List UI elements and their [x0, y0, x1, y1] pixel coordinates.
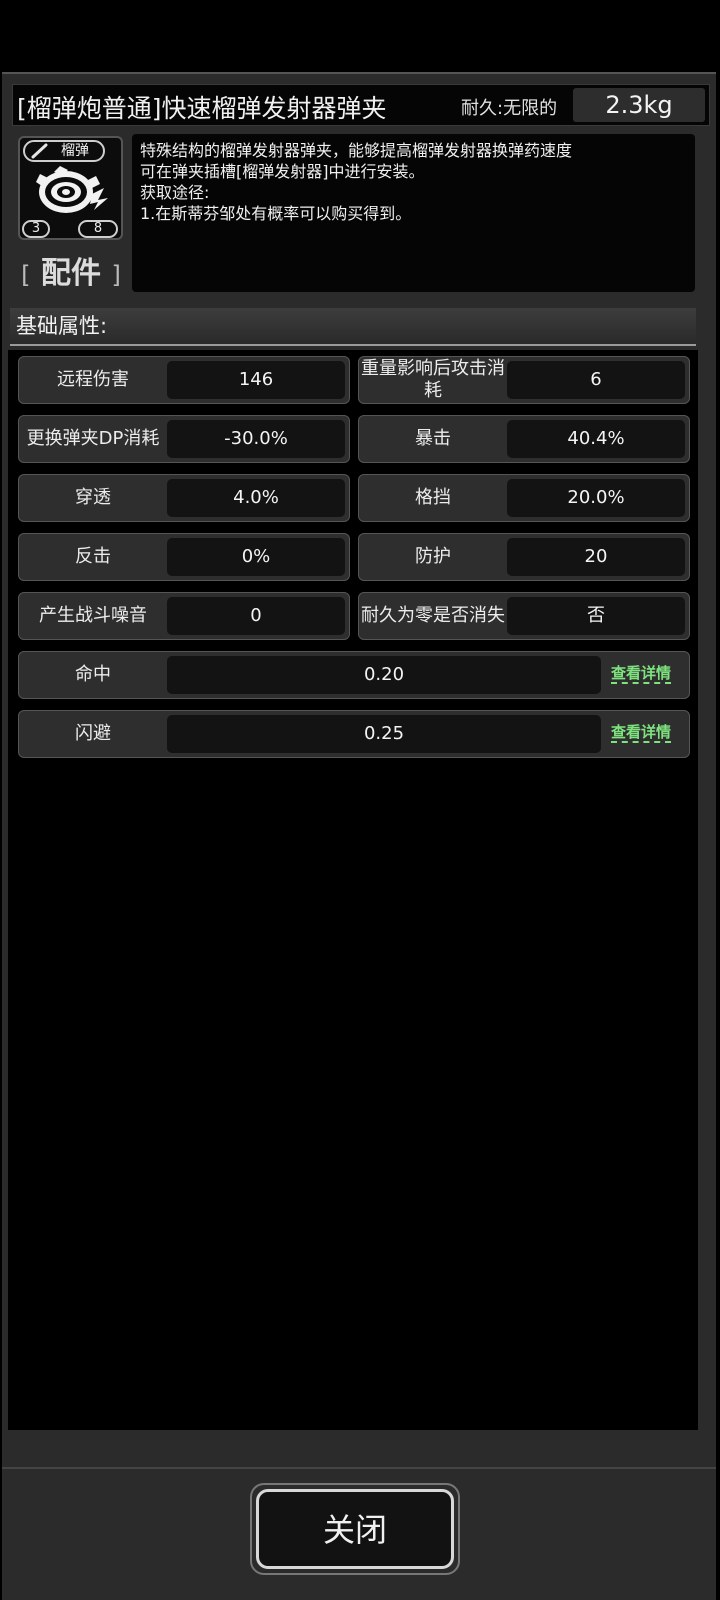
item-detail-panel: [榴弹炮普通]快速榴弹发射器弹夹 耐久:无限的 2.3kg 榴弹 3 8 [配… — [2, 72, 716, 1467]
stat-label: 远程伤害 — [57, 369, 129, 390]
item-level-badge: 3 — [22, 220, 50, 238]
stat-accuracy: 命中 0.20 查看详情 — [18, 651, 690, 699]
stat-weight-attack-cost: 重量影响后攻击消耗 6 — [358, 356, 690, 404]
item-description: 特殊结构的榴弹发射器弹夹，能够提高榴弹发射器换弹药速度 可在弹夹插槽[榴弹发射器… — [132, 134, 695, 292]
close-button-label: 关闭 — [256, 1489, 454, 1569]
stat-value: 4.0% — [167, 479, 345, 517]
stat-value: 0% — [167, 538, 345, 576]
stat-value: 0 — [167, 597, 345, 635]
item-type-tag: 榴弹 — [23, 140, 105, 162]
description-line: 特殊结构的榴弹发射器弹夹，能够提高榴弹发射器换弹药速度 — [140, 141, 573, 160]
stat-label: 更换弹夹DP消耗 — [26, 428, 160, 449]
item-count-badge: 8 — [78, 220, 118, 238]
stat-value: 6 — [507, 361, 685, 399]
stat-value: 40.4% — [507, 420, 685, 458]
stat-block: 格挡 20.0% — [358, 474, 690, 522]
stat-penetration: 穿透 4.0% — [18, 474, 350, 522]
stat-label: 命中 — [75, 664, 111, 685]
stat-value: -30.0% — [167, 420, 345, 458]
stat-evasion: 闪避 0.25 查看详情 — [18, 710, 690, 758]
stat-ranged-damage: 远程伤害 146 — [18, 356, 350, 404]
stat-defense: 防护 20 — [358, 533, 690, 581]
stat-value: 0.25 — [167, 715, 601, 753]
durability-text: 耐久:无限的 — [461, 98, 558, 119]
stat-value: 0.20 — [167, 656, 601, 694]
accuracy-detail-link[interactable]: 查看详情 — [611, 664, 672, 684]
item-title: [榴弹炮普通]快速榴弹发射器弹夹 — [17, 94, 387, 123]
stat-label: 格挡 — [415, 487, 451, 508]
stat-value: 否 — [507, 597, 685, 635]
stat-label: 重量影响后攻击消耗 — [361, 358, 505, 401]
close-button[interactable]: 关闭 — [250, 1483, 460, 1575]
stat-value: 20 — [507, 538, 685, 576]
stat-label: 产生战斗噪音 — [39, 605, 147, 626]
stat-value: 20.0% — [507, 479, 685, 517]
description-line: 获取途径: — [140, 183, 210, 202]
pencil-icon — [31, 143, 49, 164]
stat-label: 反击 — [75, 546, 111, 567]
item-category: [ 配件 ] — [21, 256, 121, 291]
description-line: 1.在斯蒂芬邹处有概率可以购买得到。 — [140, 204, 412, 223]
section-title: 基础属性: — [10, 308, 696, 346]
stat-label: 闪避 — [75, 723, 111, 744]
stat-label: 暴击 — [415, 428, 451, 449]
stat-critical: 暴击 40.4% — [358, 415, 690, 463]
item-icon-box[interactable]: 榴弹 3 8 — [18, 136, 123, 240]
stat-disappear-at-zero: 耐久为零是否消失 否 — [358, 592, 690, 640]
stat-label: 耐久为零是否消失 — [361, 605, 505, 626]
stat-label: 防护 — [415, 546, 451, 567]
stat-value: 146 — [167, 361, 345, 399]
stat-counter: 反击 0% — [18, 533, 350, 581]
evasion-detail-link[interactable]: 查看详情 — [611, 723, 672, 743]
stat-combat-noise: 产生战斗噪音 0 — [18, 592, 350, 640]
stat-label: 穿透 — [75, 487, 111, 508]
attributes-area[interactable]: 远程伤害 146 重量影响后攻击消耗 6 更换弹夹DP消耗 -30.0% 暴击 … — [8, 350, 698, 1430]
item-type-label: 榴弹 — [61, 143, 89, 159]
title-bar: [榴弹炮普通]快速榴弹发射器弹夹 耐久:无限的 2.3kg — [12, 84, 710, 126]
grenade-magazine-icon — [34, 164, 110, 222]
weight-value: 2.3kg — [573, 88, 705, 122]
description-line: 可在弹夹插槽[榴弹发射器]中进行安装。 — [140, 162, 425, 181]
item-category-label: 配件 — [41, 256, 101, 291]
stat-reload-dp-cost: 更换弹夹DP消耗 -30.0% — [18, 415, 350, 463]
footer-bar: 关闭 — [2, 1467, 716, 1600]
